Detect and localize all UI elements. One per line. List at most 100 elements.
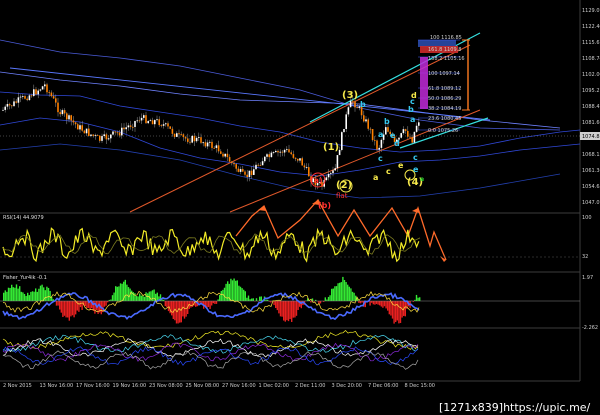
fisher-bar (343, 279, 346, 301)
wave-1-label: (1) (323, 142, 339, 153)
fisher-bar (398, 301, 400, 324)
fisher-bar (9, 287, 11, 301)
fisher-bar (334, 286, 336, 301)
fisher-bar (20, 291, 22, 301)
candle-body (17, 97, 20, 103)
candle-body (303, 165, 306, 168)
wave-green-e: e (420, 176, 424, 183)
fisher-bar (393, 301, 395, 324)
candle-body (283, 149, 286, 153)
wave-cyan-c2: c (413, 153, 418, 162)
candle-body (55, 98, 57, 103)
fisher-bar (7, 287, 10, 301)
candle-body (334, 168, 336, 171)
fisher-bar (390, 301, 392, 316)
fisher-bar (358, 301, 360, 303)
time-axis-label: 3 Dec 20:00 (332, 383, 362, 389)
price-axis-label: 1108.74 (582, 56, 600, 62)
candle-body (74, 122, 77, 125)
candle-body (26, 98, 28, 101)
fisher-bar (283, 301, 285, 321)
fisher-bar (111, 295, 114, 301)
fisher-bar (113, 292, 115, 301)
candle-body (385, 127, 387, 135)
candle-body (121, 127, 123, 136)
fisher-bar (319, 301, 322, 304)
candle-body (44, 84, 46, 87)
candle-body (162, 124, 165, 126)
candle-body (48, 92, 50, 94)
candle-body (404, 129, 407, 131)
price-axis-label: 1068.13 (582, 152, 600, 158)
fisher-bar (247, 295, 250, 301)
fisher-bar (46, 286, 48, 301)
time-axis-label: 27 Nov 16:00 (222, 383, 256, 389)
fisher-bar (340, 282, 342, 301)
fisher-bar (399, 301, 402, 323)
fisher-bar (36, 291, 38, 301)
fisher-bar (236, 280, 238, 301)
fisher-bar (121, 283, 123, 301)
time-axis-label: 23 Nov 08:00 (149, 383, 183, 389)
wave-cyan-e2: e (413, 165, 419, 174)
fisher-bar (118, 286, 120, 301)
fisher-bar (127, 287, 130, 301)
fisher-bar (22, 292, 24, 301)
candle-body (402, 129, 405, 134)
fib-label: 100 1116.85 (430, 35, 462, 41)
time-axis-label: 1 Dec 02:00 (259, 383, 289, 389)
fisher-bar (339, 282, 341, 301)
fisher-bar (140, 295, 142, 301)
candle-body (308, 167, 310, 177)
fisher-bar (331, 288, 333, 301)
fisher-bar (139, 293, 141, 301)
candle-body (253, 169, 255, 175)
fisher-bar (183, 301, 186, 319)
fisher-bar (222, 289, 224, 301)
candle-body (66, 113, 68, 120)
fisher-bar (324, 297, 326, 301)
fisher-bar (126, 284, 128, 301)
candle-body (33, 89, 35, 96)
candle-body (237, 168, 240, 172)
fisher-bar (23, 293, 26, 301)
fisher-bar (68, 301, 70, 321)
time-axis-label: 2 Dec 11:00 (295, 383, 325, 389)
candle-body (347, 107, 350, 115)
fisher-bar (135, 295, 138, 301)
fib-label: 161.8 1109.8 (428, 47, 461, 53)
candle-body (305, 167, 308, 168)
fisher-bar (103, 301, 106, 307)
candle-body (114, 131, 116, 133)
fisher-bar (180, 301, 182, 323)
candle-body (110, 134, 112, 139)
fisher-bar (62, 301, 64, 318)
candle-body (327, 173, 330, 178)
candle-body (24, 96, 26, 99)
fisher-bar (70, 301, 72, 317)
fisher-bar (191, 301, 194, 307)
fisher-bar (215, 301, 218, 304)
candle-body (415, 125, 418, 132)
candle-body (409, 136, 411, 138)
candle-body (378, 147, 380, 150)
fisher-bar (207, 301, 210, 308)
candle-body (85, 128, 88, 134)
candle-body (332, 170, 334, 174)
fisher-bar (348, 286, 350, 301)
fisher-bar (284, 301, 286, 322)
price-chart[interactable]: 100 1116.85 161.8 1109.8 138.2 1105.16 1… (0, 0, 600, 415)
candle-body (217, 145, 220, 152)
fisher-bar (156, 292, 158, 301)
fisher-bar (198, 301, 200, 303)
fisher-bar (294, 301, 296, 318)
fisher-bar (19, 286, 21, 301)
wave-cyan-a: a (378, 130, 383, 139)
fisher-bar (171, 301, 173, 316)
candle-body (140, 117, 143, 121)
fisher-bar (385, 301, 387, 309)
candle-body (259, 165, 262, 166)
fisher-bar (119, 283, 122, 301)
candle-body (79, 125, 81, 130)
candle-body (176, 133, 178, 137)
